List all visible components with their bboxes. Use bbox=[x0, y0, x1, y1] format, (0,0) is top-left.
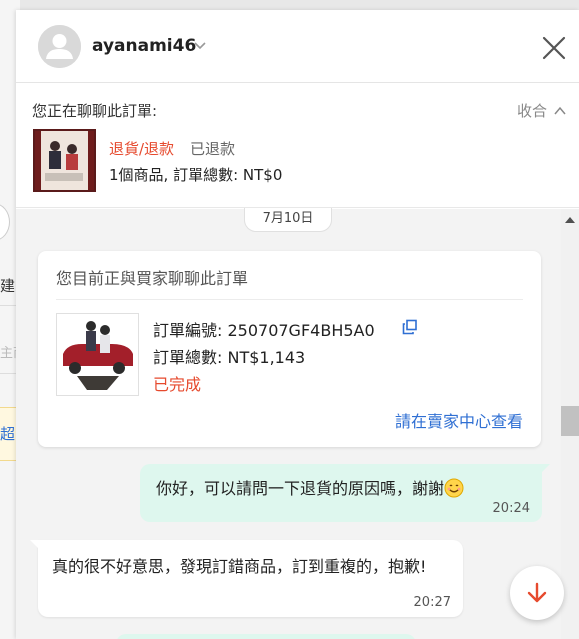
message-time: 20:27 bbox=[413, 595, 451, 610]
chat-panel: ayanami46 您正在聊聊此訂單: 收合 退貨/退款 已退款 1個商品, 訂… bbox=[16, 10, 579, 639]
order-number: 訂單編號: 250707GF4BH5A0 bbox=[153, 321, 375, 340]
return-tag: 退貨/退款 bbox=[109, 140, 175, 158]
incoming-message-text: 真的很不好意思，發現訂錯商品，訂到重複的，抱歉! bbox=[52, 557, 427, 576]
order-card: 您目前正與買家聊聊此訂單 訂單編號: 250707GF4BH5A0 訂單總數: … bbox=[38, 251, 541, 447]
divider bbox=[56, 299, 523, 300]
message-list[interactable]: 7月10日 您目前正與買家聊聊此訂單 訂單編號: 250707GF4BH5A0 … bbox=[16, 208, 579, 639]
copy-icon[interactable] bbox=[402, 319, 418, 335]
background-text-3: 超 bbox=[0, 425, 16, 443]
date-divider: 7月10日 bbox=[244, 208, 332, 232]
scroll-up-arrow-icon[interactable] bbox=[561, 209, 579, 231]
order-total: 訂單總數: NT$1,143 bbox=[153, 348, 306, 367]
chevron-down-icon[interactable] bbox=[192, 37, 208, 53]
scroll-to-bottom-button[interactable] bbox=[510, 566, 564, 620]
order-card-thumbnail[interactable] bbox=[56, 313, 139, 396]
outgoing-message: 你好，可以請問一下退貨的原因嗎，謝謝 20:24 bbox=[140, 464, 550, 522]
message-time: 20:24 bbox=[492, 501, 530, 516]
collapse-button[interactable]: 收合 bbox=[517, 100, 567, 121]
close-icon[interactable] bbox=[540, 34, 568, 62]
return-status: 已退款 bbox=[190, 140, 236, 158]
chat-screen: 建 主商 超 ayanami46 您正在聊聊此訂單: 收合 退貨/退款 已退款 … bbox=[0, 0, 579, 639]
chat-header: ayanami46 bbox=[16, 10, 579, 83]
avatar[interactable] bbox=[38, 25, 81, 68]
order-status: 已完成 bbox=[153, 375, 202, 394]
outgoing-message-partial bbox=[116, 634, 416, 639]
smile-emoji-icon bbox=[444, 478, 464, 498]
arrow-down-icon bbox=[527, 582, 547, 603]
chevron-up-icon bbox=[554, 106, 566, 114]
seller-center-link[interactable]: 請在賣家中心查看 bbox=[395, 408, 523, 432]
scrollbar[interactable] bbox=[561, 209, 579, 639]
username[interactable]: ayanami46 bbox=[92, 36, 196, 56]
background-text-1: 建 bbox=[0, 277, 16, 295]
collapse-label: 收合 bbox=[516, 102, 547, 120]
order-product-thumbnail[interactable] bbox=[33, 129, 96, 192]
product-image bbox=[57, 314, 138, 395]
chatting-order-label: 您正在聊聊此訂單: bbox=[32, 102, 158, 120]
user-icon bbox=[38, 25, 81, 68]
incoming-message: 真的很不好意思，發現訂錯商品，訂到重複的，抱歉! 20:27 bbox=[30, 540, 463, 617]
outgoing-message-text-wrap: 你好，可以請問一下退貨的原因嗎，謝謝 bbox=[156, 475, 464, 499]
product-image bbox=[35, 131, 94, 190]
outgoing-message-text: 你好，可以請問一下退貨的原因嗎，謝謝 bbox=[156, 479, 445, 498]
current-order-strip: 您正在聊聊此訂單: 收合 退貨/退款 已退款 1個商品, 訂單總數: NT$0 bbox=[16, 84, 579, 208]
scrollbar-thumb[interactable] bbox=[561, 406, 579, 436]
order-summary: 1個商品, 訂單總數: NT$0 bbox=[109, 166, 283, 184]
order-card-heading: 您目前正與買家聊聊此訂單 bbox=[56, 269, 249, 288]
background-button bbox=[0, 203, 10, 241]
